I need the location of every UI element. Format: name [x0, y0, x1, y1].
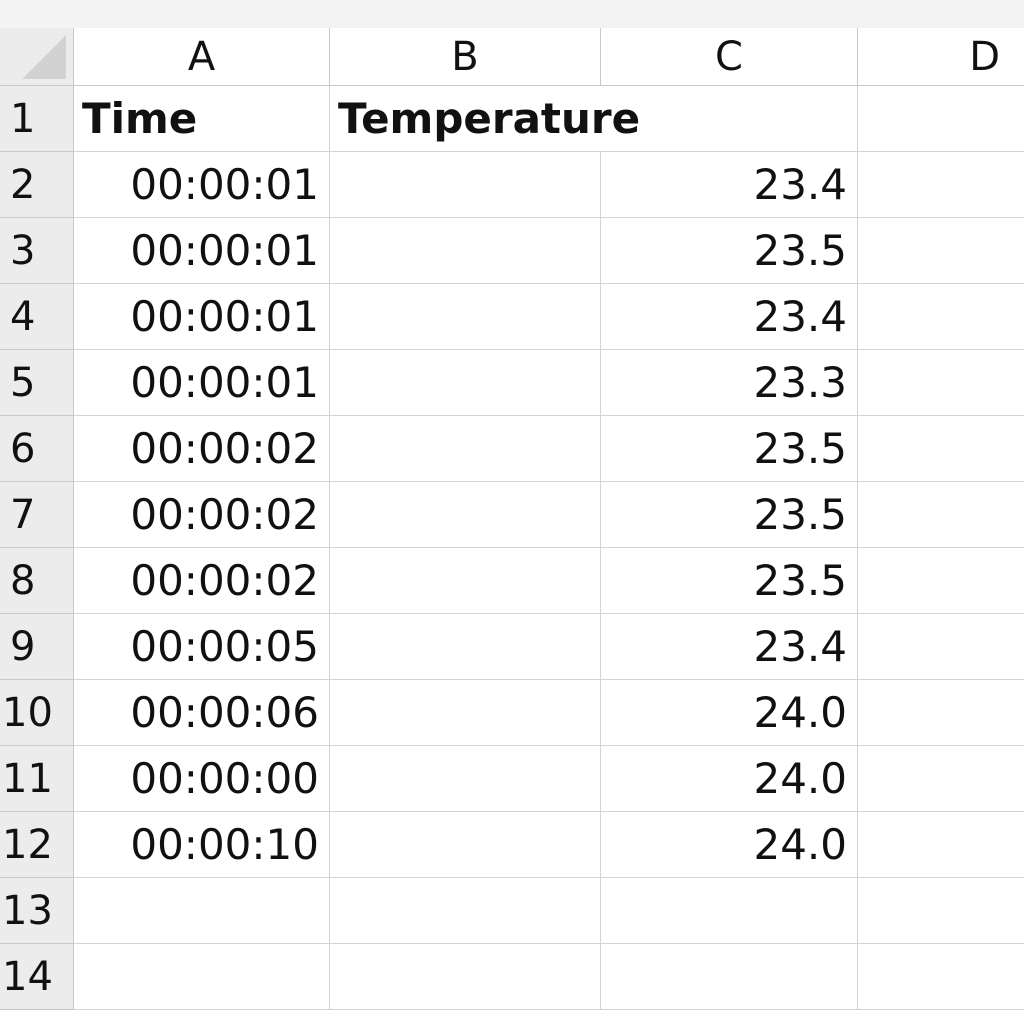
cell-c13[interactable] — [601, 878, 858, 944]
column-header-c[interactable]: C — [601, 28, 858, 86]
cell-a4[interactable]: 00:00:01 — [74, 284, 330, 350]
cell-a14[interactable] — [74, 944, 330, 1010]
cell-a5[interactable]: 00:00:01 — [74, 350, 330, 416]
toolbar-strip — [0, 0, 1024, 29]
cell-c5[interactable]: 23.3 — [601, 350, 858, 416]
row-header-9[interactable]: 9 — [0, 614, 74, 680]
cell-c2[interactable]: 23.4 — [601, 152, 858, 218]
cell-a12[interactable]: 00:00:10 — [74, 812, 330, 878]
cell-d5[interactable] — [858, 350, 1024, 416]
column-header-b[interactable]: B — [330, 28, 601, 86]
cell-a7[interactable]: 00:00:02 — [74, 482, 330, 548]
cell-d10[interactable] — [858, 680, 1024, 746]
cell-b4[interactable] — [330, 284, 601, 350]
column-header-a[interactable]: A — [74, 28, 330, 86]
cell-b6[interactable] — [330, 416, 601, 482]
row-header-6[interactable]: 6 — [0, 416, 74, 482]
cell-d8[interactable] — [858, 548, 1024, 614]
cell-d2[interactable] — [858, 152, 1024, 218]
cell-c10[interactable]: 24.0 — [601, 680, 858, 746]
cell-a13[interactable] — [74, 878, 330, 944]
row-header-11[interactable]: 11 — [0, 746, 74, 812]
select-all-button[interactable] — [0, 28, 74, 86]
spreadsheet-grid: A B C D 1 Time Temperature 2 00:00:01 23.4 3 00… — [0, 0, 1024, 1024]
select-all-triangle-icon — [22, 35, 66, 79]
cell-d12[interactable] — [858, 812, 1024, 878]
row-header-2[interactable]: 2 — [0, 152, 74, 218]
cell-d7[interactable] — [858, 482, 1024, 548]
cell-d6[interactable] — [858, 416, 1024, 482]
row-header-12[interactable]: 12 — [0, 812, 74, 878]
cell-b3[interactable] — [330, 218, 601, 284]
cell-a10[interactable]: 00:00:06 — [74, 680, 330, 746]
cell-c4[interactable]: 23.4 — [601, 284, 858, 350]
cell-a11[interactable]: 00:00:00 — [74, 746, 330, 812]
row-header-4[interactable]: 4 — [0, 284, 74, 350]
cell-a9[interactable]: 00:00:05 — [74, 614, 330, 680]
cell-a1-time-header[interactable]: Time — [74, 86, 330, 152]
row-header-13[interactable]: 13 — [0, 878, 74, 944]
cell-c3[interactable]: 23.5 — [601, 218, 858, 284]
cell-d9[interactable] — [858, 614, 1024, 680]
cell-c14[interactable] — [601, 944, 858, 1010]
cell-d13[interactable] — [858, 878, 1024, 944]
cell-b11[interactable] — [330, 746, 601, 812]
cell-a2[interactable]: 00:00:01 — [74, 152, 330, 218]
cell-d14[interactable] — [858, 944, 1024, 1010]
cell-c11[interactable]: 24.0 — [601, 746, 858, 812]
row-header-10[interactable]: 10 — [0, 680, 74, 746]
cell-b7[interactable] — [330, 482, 601, 548]
cell-b10[interactable] — [330, 680, 601, 746]
cell-c7[interactable]: 23.5 — [601, 482, 858, 548]
row-header-5[interactable]: 5 — [0, 350, 74, 416]
cell-b13[interactable] — [330, 878, 601, 944]
row-header-1[interactable]: 1 — [0, 86, 74, 152]
row-header-8[interactable]: 8 — [0, 548, 74, 614]
cell-b8[interactable] — [330, 548, 601, 614]
cell-a8[interactable]: 00:00:02 — [74, 548, 330, 614]
cell-b1-temperature-header[interactable]: Temperature — [330, 86, 640, 152]
cell-d11[interactable] — [858, 746, 1024, 812]
cell-b12[interactable] — [330, 812, 601, 878]
cell-d3[interactable] — [858, 218, 1024, 284]
row-header-7[interactable]: 7 — [0, 482, 74, 548]
cell-c12[interactable]: 24.0 — [601, 812, 858, 878]
cell-c1[interactable] — [601, 86, 858, 152]
cell-b14[interactable] — [330, 944, 601, 1010]
cell-b9[interactable] — [330, 614, 601, 680]
cell-d4[interactable] — [858, 284, 1024, 350]
row-header-14[interactable]: 14 — [0, 944, 74, 1010]
cell-a3[interactable]: 00:00:01 — [74, 218, 330, 284]
cell-a6[interactable]: 00:00:02 — [74, 416, 330, 482]
column-header-d[interactable]: D — [858, 28, 1024, 86]
cell-b2[interactable] — [330, 152, 601, 218]
cell-c9[interactable]: 23.4 — [601, 614, 858, 680]
row-header-3[interactable]: 3 — [0, 218, 74, 284]
cell-b5[interactable] — [330, 350, 601, 416]
cell-c8[interactable]: 23.5 — [601, 548, 858, 614]
cell-c6[interactable]: 23.5 — [601, 416, 858, 482]
cell-d1[interactable] — [858, 86, 1024, 152]
